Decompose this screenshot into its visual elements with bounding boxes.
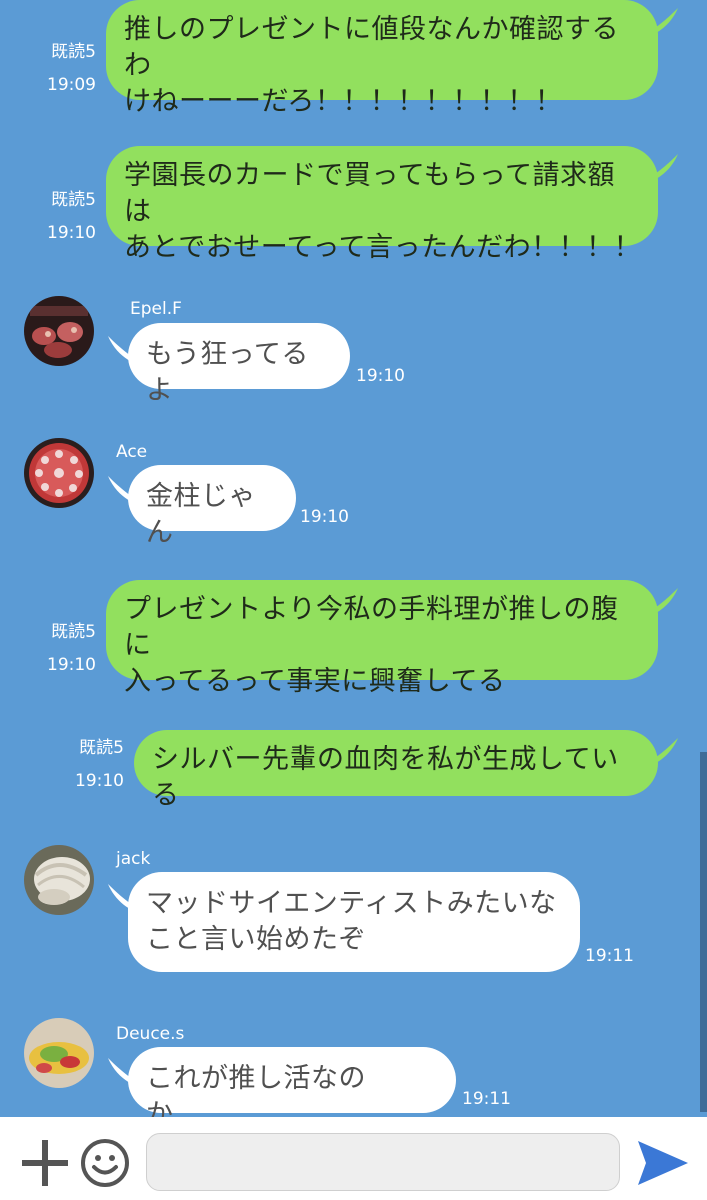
message-meta: 既読5 19:09: [30, 36, 96, 102]
smiley-icon[interactable]: [80, 1138, 130, 1188]
message-time: 19:10: [300, 507, 349, 527]
plus-icon[interactable]: [22, 1140, 68, 1186]
avatar[interactable]: [24, 1018, 94, 1088]
message-meta: 既読5 19:10: [30, 616, 96, 682]
read-receipt: 既読5: [51, 190, 96, 210]
sender-name: Ace: [116, 442, 148, 462]
sender-name: Epel.F: [130, 299, 182, 319]
message-time: 19:10: [356, 366, 405, 386]
composer-bar: [0, 1117, 707, 1200]
read-receipt: 既読5: [51, 622, 96, 642]
send-arrow-icon[interactable]: [636, 1139, 690, 1187]
scrollbar[interactable]: [700, 752, 707, 1112]
avatar[interactable]: [24, 296, 94, 366]
message-meta: 既読5 19:10: [58, 732, 124, 798]
avatar[interactable]: [24, 438, 94, 508]
message-bubble[interactable]: 推しのプレゼントに値段なんか確認するわ けねーーーだろ！！！！！！！！！: [106, 0, 658, 117]
message-time: 19:11: [462, 1089, 511, 1109]
message-bubble[interactable]: シルバー先輩の血肉を私が生成している: [134, 730, 658, 811]
chat-area[interactable]: 既読5 19:09 推しのプレゼントに値段なんか確認するわ けねーーーだろ！！！…: [0, 0, 707, 1117]
message-bubble[interactable]: これが推し活なのか…….: [128, 1047, 456, 1117]
message-time: 19:09: [47, 75, 96, 95]
message-bubble[interactable]: 金柱じゃん: [128, 465, 296, 548]
message-bubble[interactable]: 学園長のカードで買ってもらって請求額は あとでおせーてって言ったんだわ！！！！: [106, 146, 658, 263]
message-bubble[interactable]: プレゼントより今私の手料理が推しの腹に 入ってるって事実に興奮してる: [106, 580, 658, 697]
message-time: 19:10: [47, 223, 96, 243]
message-meta: 既読5 19:10: [30, 184, 96, 250]
message-bubble[interactable]: マッドサイエンティストみたいな こと言い始めたぞ: [128, 872, 580, 972]
read-receipt: 既読5: [51, 42, 96, 62]
avatar[interactable]: [24, 845, 94, 915]
read-receipt: 既読5: [79, 738, 124, 758]
message-time: 19:10: [75, 771, 124, 791]
message-input[interactable]: [146, 1133, 620, 1191]
sender-name: Deuce.s: [116, 1024, 185, 1044]
message-time: 19:11: [585, 946, 634, 966]
message-time: 19:10: [47, 655, 96, 675]
sender-name: jack: [116, 849, 151, 869]
message-bubble[interactable]: もう狂ってるよ: [128, 323, 350, 406]
